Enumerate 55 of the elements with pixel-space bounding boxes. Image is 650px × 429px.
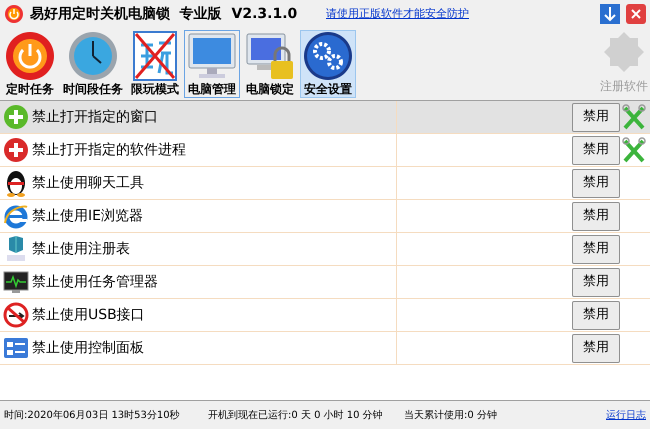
down-arrow-icon (603, 6, 617, 22)
disable-button[interactable]: 禁用 (572, 268, 620, 296)
app-logo-icon (4, 4, 24, 24)
toolbar-tab[interactable]: 限玩模式 (128, 30, 182, 98)
control-panel-icon (3, 336, 29, 360)
tools-icon[interactable] (622, 137, 646, 163)
list-row[interactable]: 禁止打开指定的窗口 禁用 (0, 101, 650, 134)
gears-icon (303, 31, 353, 81)
disable-button[interactable]: 禁用 (572, 234, 620, 264)
disable-button[interactable]: 禁用 (572, 334, 620, 362)
close-button[interactable] (626, 4, 646, 24)
log-link[interactable]: 运行日志 (606, 408, 646, 423)
disable-button[interactable]: 禁用 (572, 168, 620, 198)
rule-label: 禁止打开指定的窗口 (32, 108, 159, 126)
minimize-button[interactable] (600, 4, 620, 24)
rule-label: 禁止使用聊天工具 (32, 174, 145, 192)
list-row[interactable]: 禁止使用注册表 禁用 (0, 233, 650, 266)
rule-label: 禁止使用USB接口 (32, 306, 146, 324)
plus-icon (3, 137, 29, 163)
close-icon (629, 7, 643, 21)
list-row[interactable]: 禁止使用聊天工具 禁用 (0, 167, 650, 200)
monitor-icon (187, 31, 237, 81)
tools-icon[interactable] (622, 104, 646, 130)
list-row[interactable]: 禁止使用控制面板 禁用 (0, 332, 650, 365)
toolbar-tab[interactable]: 定时任务 (2, 30, 58, 98)
forbidden-play-icon (133, 31, 177, 81)
power-icon (5, 31, 55, 81)
rule-label: 禁止打开指定的软件进程 (32, 140, 187, 160)
status-uptime: 开机到现在已运行:0 天 0 小时 10 分钟 (208, 408, 384, 423)
disable-button[interactable]: 禁用 (572, 202, 620, 230)
toolbar-tab[interactable]: 时间段任务 (60, 30, 126, 98)
status-usage: 当天累计使用:0 分钟 (404, 408, 497, 423)
clock-icon (68, 31, 118, 81)
disable-button[interactable]: 禁用 (572, 136, 620, 164)
toolbar-tab[interactable]: 电脑锁定 (242, 30, 298, 98)
license-link[interactable]: 请使用正版软件才能安全防护 (326, 6, 469, 22)
list-row[interactable]: 禁止使用任务管理器 禁用 (0, 266, 650, 299)
disable-button[interactable]: 禁用 (572, 102, 620, 132)
rule-label: 禁止使用注册表 (32, 240, 131, 258)
window-title: 易好用定时关机电脑锁 专业版 V2.3.1.0 (30, 4, 298, 24)
toolbar-tab[interactable]: 电脑管理 (184, 30, 240, 98)
rule-label: 禁止使用IE浏览器 (32, 206, 144, 226)
status-time: 时间:2020年06月03日 13时53分10秒 (4, 408, 181, 423)
monitor-lock-icon (245, 31, 295, 81)
toolbar-tab[interactable]: 安全设置 (300, 30, 356, 98)
disable-button[interactable]: 禁用 (572, 300, 620, 330)
forbidden-usb-icon (3, 302, 29, 328)
list-row[interactable]: 禁止使用USB接口 禁用 (0, 299, 650, 332)
list-row[interactable]: 禁止使用IE浏览器 禁用 (0, 200, 650, 233)
browser-icon (3, 203, 29, 229)
rule-label: 禁止使用任务管理器 (32, 272, 159, 292)
plus-icon (3, 104, 29, 130)
rule-label: 禁止使用控制面板 (32, 338, 145, 358)
monitor-icon (3, 270, 29, 294)
list-row[interactable]: 禁止打开指定的软件进程 禁用 (0, 134, 650, 167)
